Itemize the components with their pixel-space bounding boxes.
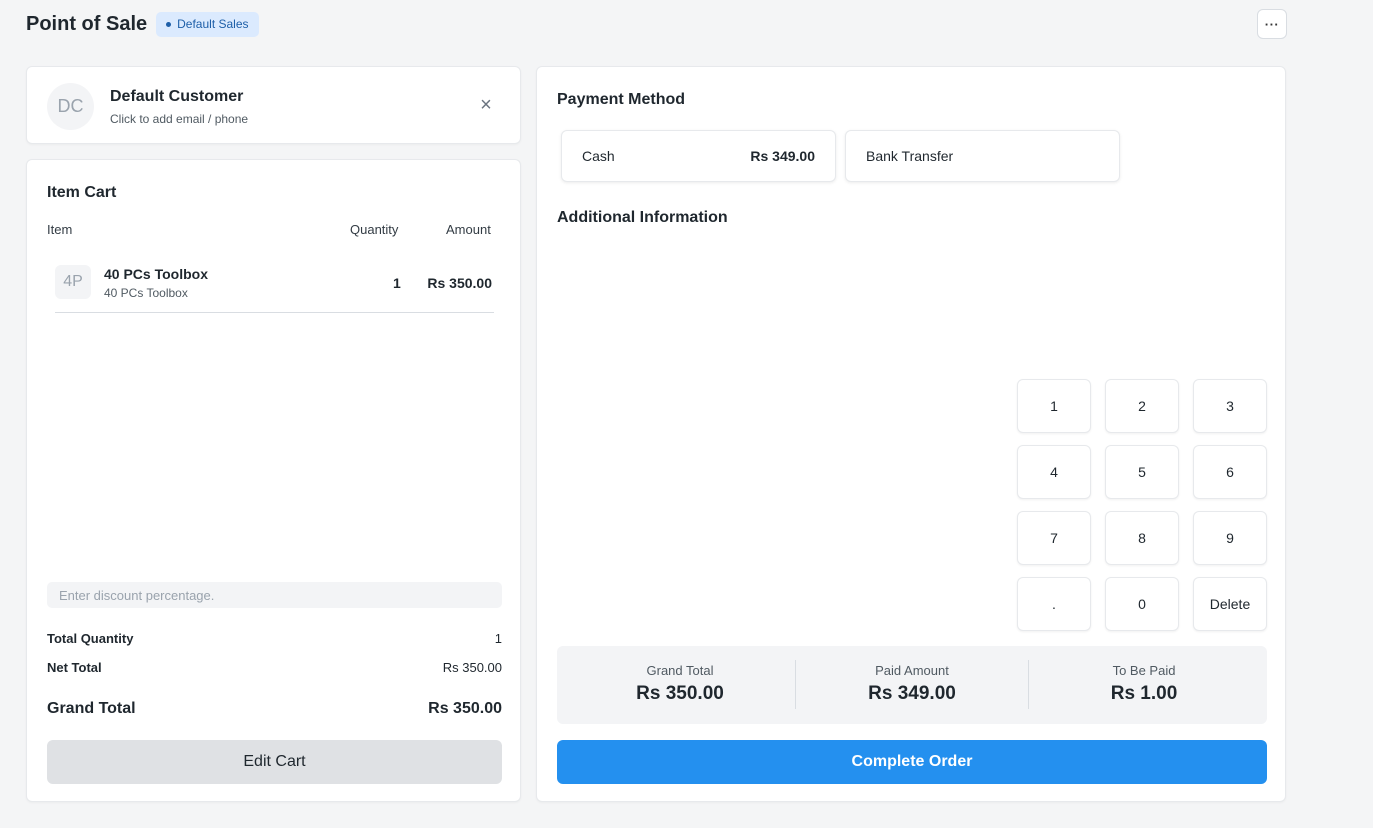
totals-to-be-paid-label: To Be Paid (1112, 663, 1176, 678)
pos-profile-label: Default Sales (177, 17, 249, 31)
column-header-item: Item (47, 222, 73, 237)
keypad-key-0[interactable]: 0 (1105, 577, 1179, 631)
total-quantity-label: Total Quantity (47, 631, 134, 646)
payment-method-bank-transfer[interactable]: Bank Transfer (845, 130, 1120, 182)
total-quantity-value: 1 (494, 631, 502, 646)
customer-avatar: DC (47, 83, 94, 130)
item-description: 40 PCs Toolbox (104, 286, 188, 300)
totals-to-be-paid-value: Rs 1.00 (1110, 683, 1178, 704)
keypad-key-4[interactable]: 4 (1017, 445, 1091, 499)
payment-method-title: Payment Method (557, 91, 686, 108)
customer-name: Default Customer (110, 88, 244, 105)
totals-paid-amount-label: Paid Amount (875, 663, 949, 678)
additional-information-title: Additional Information (557, 209, 728, 226)
status-dot-icon (166, 21, 172, 27)
item-thumbnail: 4P (55, 265, 91, 299)
totals-paid-amount-value: Rs 349.00 (868, 683, 956, 704)
payment-method-name: Cash (582, 148, 615, 164)
keypad-key-decimal[interactable]: . (1017, 577, 1091, 631)
page-title: Point of Sale (26, 12, 148, 35)
customer-contact-hint[interactable]: Click to add email / phone (110, 112, 248, 126)
totals-grand-total: Grand Total Rs 350.00 (562, 646, 798, 724)
item-cart-card: Item Cart Item Quantity Amount 4P 40 PCs… (26, 159, 521, 802)
pos-page: Point of Sale Default Sales ··· DC Defau… (0, 0, 1373, 828)
payment-totals: Grand Total Rs 350.00 Paid Amount Rs 349… (557, 646, 1267, 724)
cart-item-row[interactable]: 4P 40 PCs Toolbox 40 PCs Toolbox 1 Rs 35… (55, 254, 494, 313)
item-quantity: 1 (393, 275, 401, 291)
grand-total-label: Grand Total (47, 700, 136, 717)
total-quantity-row: Total Quantity 1 (47, 631, 502, 646)
net-total-value: Rs 350.00 (442, 660, 502, 675)
page-header: Point of Sale Default Sales (26, 8, 259, 40)
cart-title: Item Cart (47, 184, 117, 201)
more-options-button[interactable]: ··· (1257, 9, 1287, 39)
column-header-quantity: Quantity (350, 222, 399, 237)
grand-total-row: Grand Total Rs 350.00 (47, 700, 502, 718)
customer-card[interactable]: DC Default Customer Click to add email /… (26, 66, 521, 144)
keypad-key-6[interactable]: 6 (1193, 445, 1267, 499)
totals-to-be-paid: To Be Paid Rs 1.00 (1026, 646, 1262, 724)
keypad-key-3[interactable]: 3 (1193, 379, 1267, 433)
keypad-key-2[interactable]: 2 (1105, 379, 1179, 433)
totals-paid-amount: Paid Amount Rs 349.00 (794, 646, 1030, 724)
payment-card: Payment Method Cash Rs 349.00 Bank Trans… (536, 66, 1286, 802)
payment-method-name: Bank Transfer (866, 148, 954, 164)
remove-customer-close-icon[interactable]: × (477, 94, 495, 116)
keypad-key-7[interactable]: 7 (1017, 511, 1091, 565)
keypad-key-1[interactable]: 1 (1017, 379, 1091, 433)
grand-total-value: Rs 350.00 (428, 700, 502, 717)
keypad-key-9[interactable]: 9 (1193, 511, 1267, 565)
payment-method-amount: Rs 349.00 (750, 148, 815, 164)
totals-grand-total-label: Grand Total (646, 663, 714, 678)
keypad-key-delete[interactable]: Delete (1193, 577, 1267, 631)
net-total-row: Net Total Rs 350.00 (47, 660, 502, 675)
complete-order-button[interactable]: Complete Order (557, 740, 1267, 784)
item-amount: Rs 350.00 (427, 275, 492, 291)
keypad-key-5[interactable]: 5 (1105, 445, 1179, 499)
column-header-amount: Amount (446, 222, 491, 237)
net-total-label: Net Total (47, 660, 102, 675)
pos-profile-badge: Default Sales (156, 11, 259, 37)
edit-cart-button[interactable]: Edit Cart (47, 740, 502, 784)
discount-input[interactable] (47, 582, 502, 608)
payment-method-cash[interactable]: Cash Rs 349.00 (561, 130, 836, 182)
totals-grand-total-value: Rs 350.00 (636, 683, 724, 704)
keypad-key-8[interactable]: 8 (1105, 511, 1179, 565)
item-name: 40 PCs Toolbox (104, 266, 208, 282)
